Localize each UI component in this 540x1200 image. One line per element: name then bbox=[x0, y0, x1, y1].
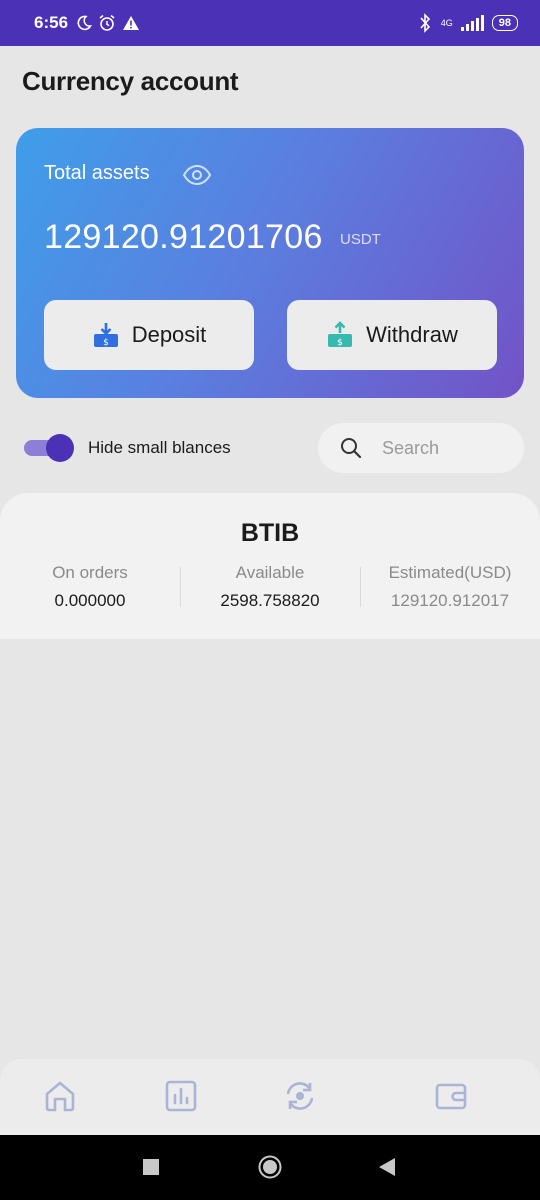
bottom-nav bbox=[0, 1059, 540, 1135]
available-column: Available 2598.758820 bbox=[180, 563, 360, 611]
bluetooth-icon bbox=[420, 13, 430, 33]
available-value: 2598.758820 bbox=[220, 591, 320, 610]
hide-small-balances-toggle[interactable] bbox=[24, 434, 74, 462]
available-label: Available bbox=[235, 563, 305, 582]
on-orders-value: 0.000000 bbox=[54, 591, 126, 610]
deposit-icon: $ bbox=[93, 323, 118, 348]
estimated-label: Estimated(USD) bbox=[388, 563, 512, 582]
search-input[interactable] bbox=[382, 437, 502, 459]
coin-card[interactable]: BTIB On orders 0.000000 Available 2598.7… bbox=[0, 493, 540, 639]
chart-icon bbox=[165, 1080, 197, 1112]
withdraw-icon: $ bbox=[328, 321, 353, 348]
total-assets-unit: USDT bbox=[340, 231, 381, 248]
estimated-column: Estimated(USD) 129120.912017 bbox=[360, 563, 540, 611]
withdraw-button[interactable]: $ Withdraw bbox=[287, 300, 497, 370]
alarm-icon bbox=[99, 14, 115, 31]
warning-icon bbox=[123, 16, 140, 30]
nav-home[interactable] bbox=[43, 1079, 77, 1113]
status-bar: 6:56 4G 98 bbox=[0, 0, 540, 46]
nav-exchange[interactable] bbox=[283, 1079, 317, 1113]
coin-name: BTIB bbox=[240, 519, 300, 547]
estimated-value: 129120.912017 bbox=[390, 591, 510, 610]
on-orders-label: On orders bbox=[52, 563, 128, 582]
home-icon bbox=[45, 1081, 75, 1112]
home-circle-icon[interactable] bbox=[258, 1155, 282, 1179]
on-orders-column: On orders 0.000000 bbox=[0, 563, 180, 611]
status-time: 6:56 bbox=[34, 13, 69, 32]
eye-icon[interactable] bbox=[182, 164, 212, 186]
nav-wallet[interactable] bbox=[434, 1079, 468, 1113]
exchange-icon bbox=[286, 1082, 314, 1110]
svg-text:$: $ bbox=[103, 338, 109, 348]
recents-icon[interactable] bbox=[143, 1159, 159, 1175]
battery-icon: 98 bbox=[491, 15, 518, 31]
withdraw-label: Withdraw bbox=[366, 322, 458, 347]
deposit-button[interactable]: $ Deposit bbox=[44, 300, 254, 370]
system-nav-bar bbox=[0, 1135, 540, 1200]
total-assets-card: Total assets 129120.91201706 USDT $ Depo… bbox=[16, 128, 524, 398]
total-assets-value: 129120.91201706 bbox=[44, 218, 323, 256]
deposit-label: Deposit bbox=[131, 322, 207, 347]
page-title: Currency account bbox=[22, 66, 239, 96]
toggle-knob bbox=[46, 434, 74, 462]
wallet-icon bbox=[435, 1083, 467, 1110]
signal-icon bbox=[460, 15, 484, 31]
total-assets-label: Total assets bbox=[44, 162, 150, 184]
search-box[interactable] bbox=[318, 423, 524, 473]
nav-markets[interactable] bbox=[164, 1079, 198, 1113]
network-type: 4G bbox=[440, 18, 453, 28]
hide-small-balances-label: Hide small blances bbox=[88, 438, 231, 457]
coin-balances: On orders 0.000000 Available 2598.758820… bbox=[0, 563, 540, 611]
search-icon bbox=[341, 438, 362, 459]
svg-text:$: $ bbox=[337, 338, 343, 348]
back-icon[interactable] bbox=[378, 1157, 396, 1177]
moon-icon bbox=[77, 15, 93, 31]
